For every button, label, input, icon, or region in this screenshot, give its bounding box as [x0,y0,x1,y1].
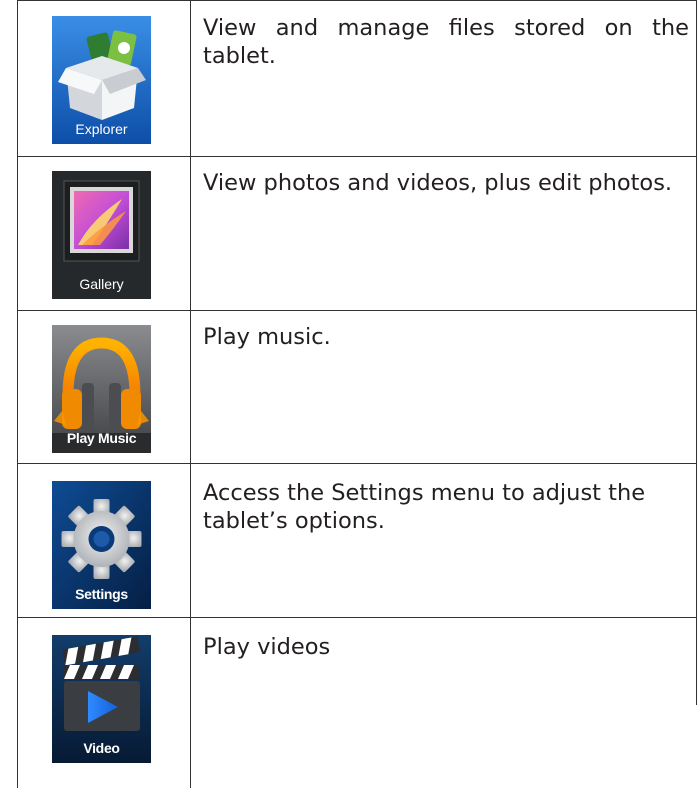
video-label: Video [83,740,120,756]
settings-label: Settings [75,586,128,602]
row-divider [17,310,697,311]
explorer-label: Explorer [75,121,128,137]
row-divider [17,463,697,464]
table-column-divider [190,0,191,788]
play-music-icon[interactable]: Play Music [52,325,151,453]
gallery-label: Gallery [79,276,124,292]
play-music-description: Play music. [203,324,331,350]
apps-table: Explorer View and manage files stored on… [17,0,697,788]
explorer-icon[interactable]: Explorer [52,16,151,144]
explorer-description: View and manage files stored on the tabl… [203,15,689,69]
gallery-description: View photos and videos, plus edit photos… [203,170,673,196]
settings-description: Access the Settings menu to adjust the t… [203,480,646,534]
row-divider [17,156,697,157]
play-music-label: Play Music [66,430,137,446]
row-divider [17,617,697,618]
video-description: Play videos [203,634,331,660]
table-border-top [17,0,697,1]
gallery-icon[interactable]: Gallery [52,171,151,299]
table-border-left [17,0,18,788]
settings-icon[interactable]: Settings [52,481,151,609]
video-icon[interactable]: Video [52,635,151,763]
